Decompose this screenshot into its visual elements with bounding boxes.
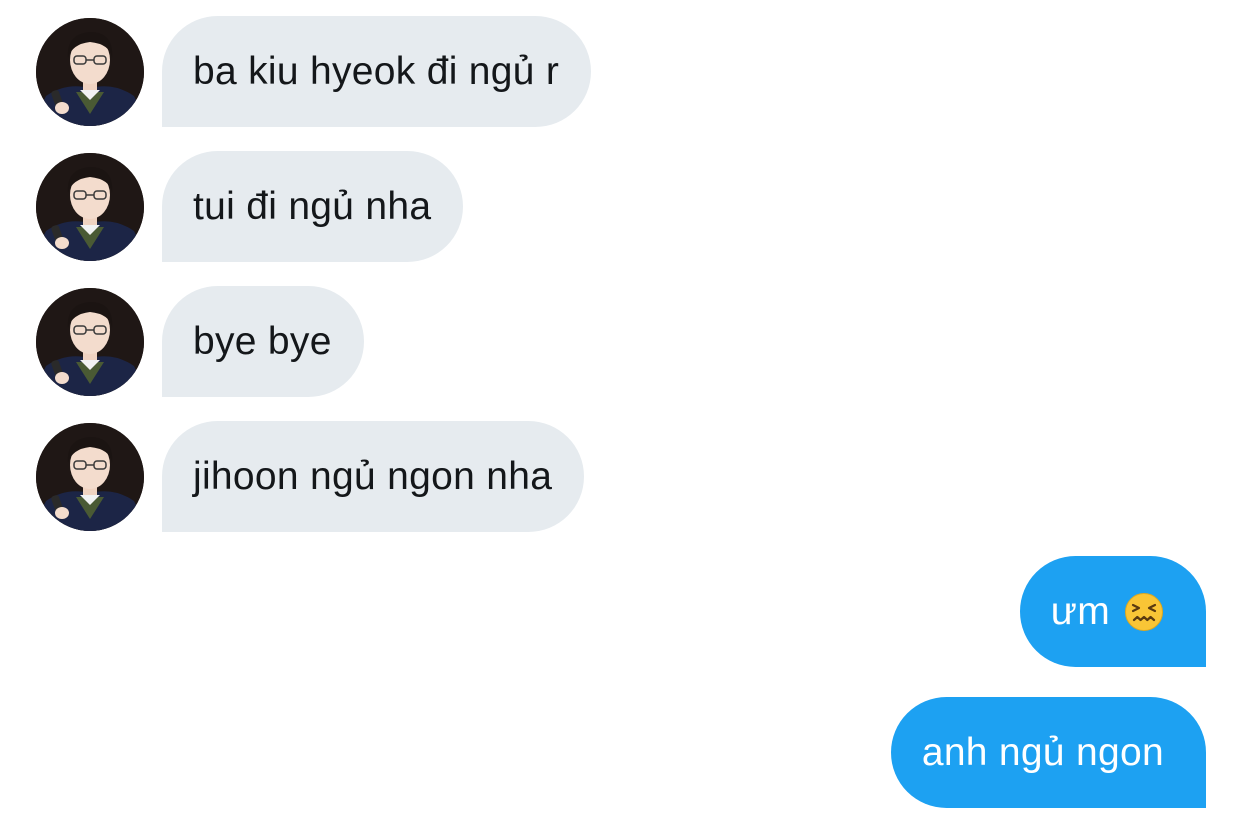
message-text: bye bye: [193, 319, 332, 363]
incoming-message-row: jihoon ngủ ngon nha: [0, 405, 1242, 532]
incoming-message-bubble[interactable]: tui đi ngủ nha: [162, 151, 464, 262]
incoming-message-bubble[interactable]: jihoon ngủ ngon nha: [162, 421, 585, 532]
outgoing-message-bubble[interactable]: ưm: [1019, 556, 1206, 667]
incoming-message-row: ba kiu hyeok đi ngủ r: [0, 0, 1242, 127]
user-avatar-icon[interactable]: [36, 288, 144, 396]
incoming-message-row: bye bye: [0, 270, 1242, 397]
incoming-message-bubble[interactable]: bye bye: [162, 286, 364, 397]
incoming-message-row: tui đi ngủ nha: [0, 135, 1242, 262]
user-avatar-icon[interactable]: [36, 423, 144, 531]
dm-conversation: ba kiu hyeok đi ngủ r tui đi ngủ nha bye…: [0, 0, 1242, 827]
message-text: anh ngủ ngon: [921, 730, 1164, 774]
message-text: jihoon ngủ ngon nha: [193, 454, 553, 498]
user-avatar-icon[interactable]: [36, 18, 144, 126]
message-text: ưm: [1050, 589, 1110, 633]
confounded-face-icon: [1124, 592, 1164, 632]
outgoing-message-bubble[interactable]: anh ngủ ngon: [890, 697, 1206, 808]
message-text: ba kiu hyeok đi ngủ r: [193, 49, 560, 93]
incoming-message-bubble[interactable]: ba kiu hyeok đi ngủ r: [162, 16, 592, 127]
message-text: tui đi ngủ nha: [193, 184, 432, 228]
user-avatar-icon[interactable]: [36, 153, 144, 261]
